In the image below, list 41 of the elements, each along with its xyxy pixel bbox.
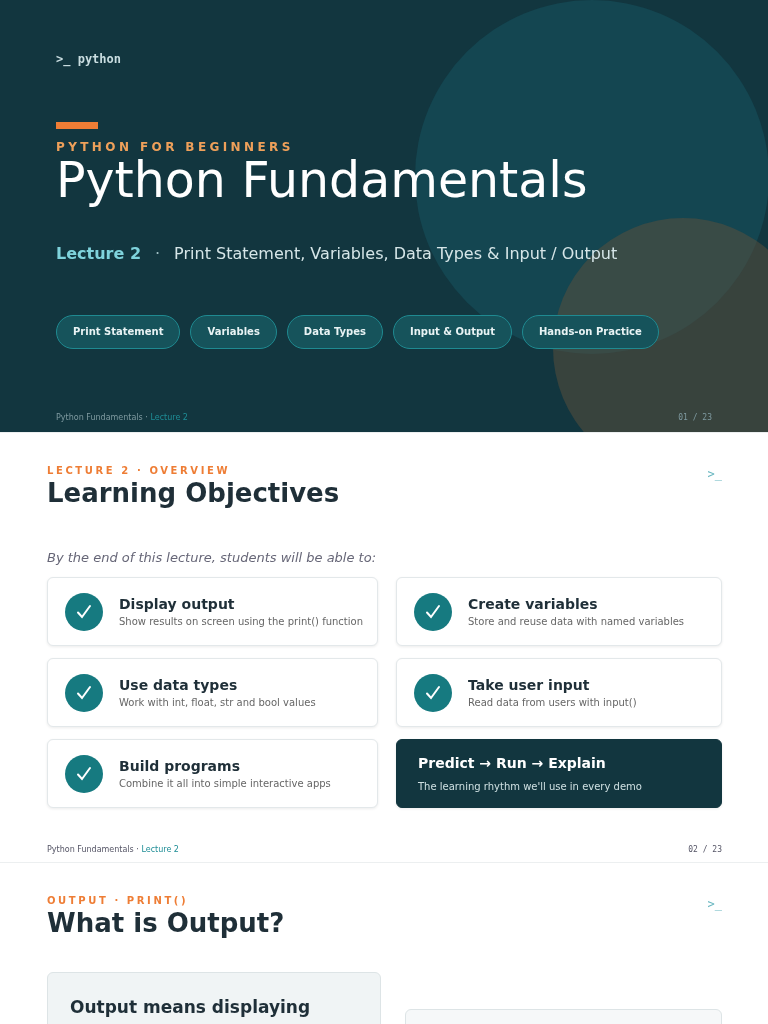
eyebrow-label: PYTHON FOR BEGINNERS [56,140,295,154]
topic-pill[interactable]: Print Statement [56,314,181,349]
card-title: Create variables [468,596,599,612]
brand-logo: >_ python [56,52,123,66]
page-number: 01 / 23 [678,413,712,422]
eyebrow-label: LECTURE 2 · OVERVIEW [47,465,232,476]
eyebrow-label: OUTPUT · PRINT() [47,895,190,906]
card-text: Show results on screen using the print() function [119,616,363,627]
intro-text: By the end of this lecture, students will be able to: [47,550,378,565]
terminal-prompt-icon: >_ [707,467,722,481]
terminal-prompt-icon: >_ [707,897,722,911]
check-icon [65,592,103,631]
topic-pill[interactable]: Input & Output [392,314,512,349]
topic-pill[interactable]: Variables [190,314,277,349]
card-text: Store and reuse data with named variables [468,616,685,627]
card-title: Build programs [119,758,241,774]
topic-pill[interactable]: Data Types [286,314,383,349]
lecture-subtitle: Print Statement, Variables, Data Types & Input / Output [174,243,618,263]
page-number: 02 / 23 [688,845,722,854]
separator-dot: · [155,243,161,263]
card-text: Work with int, float, str and bool values [119,697,316,708]
card-title: Predict → Run → Explain [418,755,607,771]
card-text: Combine it all into simple interactive apps [119,778,331,789]
check-icon [414,673,452,712]
check-icon [65,673,103,712]
slide-title: What is Output? [47,908,285,938]
card-title: Take user input [468,677,591,693]
check-icon [65,754,103,793]
card-title: Display output [119,596,236,612]
slide-title: Python Fundamentals [56,154,589,208]
lecture-label: Lecture 2 [56,243,141,263]
footer-text: Python Fundamentals · Lecture 2 [56,413,188,422]
accent-bar [56,122,98,129]
slide-title: Learning Objectives [47,478,340,508]
card-title: Use data types [119,677,239,693]
topic-pill[interactable]: Hands-on Practice [522,314,659,349]
card-title: Output means displaying [70,997,311,1017]
card-text: Read data from users with input() [468,697,637,708]
footer-text: Python Fundamentals · Lecture 2 [47,845,179,854]
check-icon [414,592,452,631]
card-text: The learning rhythm we'll use in every demo [418,781,642,792]
